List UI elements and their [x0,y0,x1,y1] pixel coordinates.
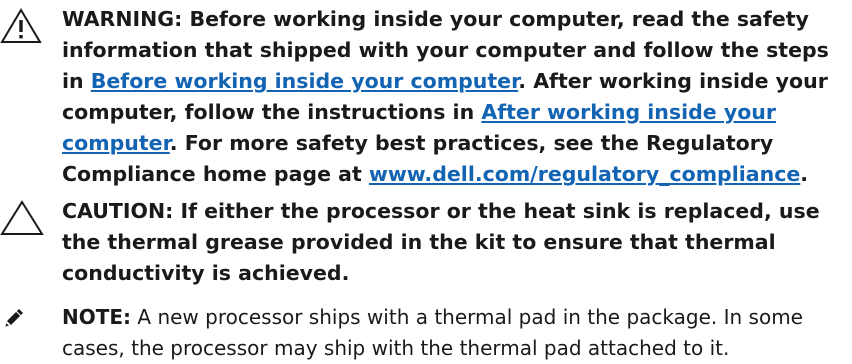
before-working-link[interactable]: Before working inside your computer [91,69,519,93]
warning-text-part4: . [800,162,809,186]
note-label: NOTE: [62,305,132,329]
caution-text: CAUTION: If either the processor or the … [62,199,820,285]
warning-text: WARNING: Before working inside your comp… [62,4,847,190]
note-body: A new processor ships with a thermal pad… [62,305,803,360]
regulatory-compliance-link[interactable]: www.dell.com/regulatory_compliance [369,162,800,186]
note-pencil-icon [2,306,26,334]
note-text: NOTE: A new processor ships with a therm… [62,302,847,364]
caution-triangle-icon [0,200,44,240]
warning-triangle-icon [0,8,42,48]
